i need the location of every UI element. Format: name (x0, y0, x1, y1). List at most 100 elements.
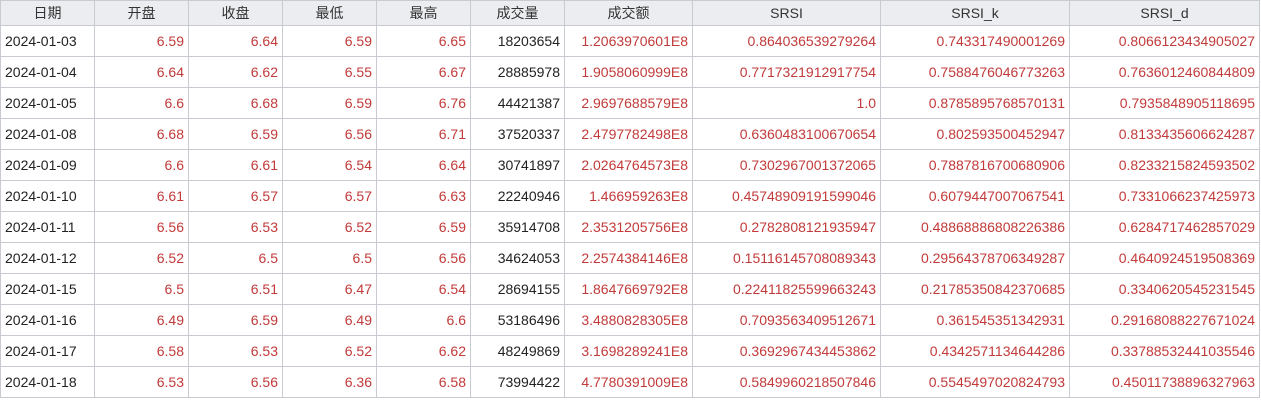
srsi-d-cell[interactable]: 0.7636012460844809 (1069, 56, 1260, 88)
srsi-k-cell[interactable]: 0.361545351342931 (880, 304, 1070, 336)
open-cell[interactable]: 6.59 (94, 25, 189, 57)
high-cell[interactable]: 6.56 (376, 242, 471, 274)
srsi-k-cell[interactable]: 0.29564378706349287 (880, 242, 1070, 274)
volume-cell[interactable]: 35914708 (470, 211, 565, 243)
srsi-d-cell[interactable]: 0.45011738896327963 (1069, 366, 1260, 398)
amount-cell[interactable]: 2.2574384146E8 (564, 242, 693, 274)
close-cell[interactable]: 6.5 (188, 242, 283, 274)
srsi-cell[interactable]: 0.2782808121935947 (692, 211, 881, 243)
volume-cell[interactable]: 44421387 (470, 87, 565, 119)
date-cell[interactable]: 2024-01-16 (0, 304, 95, 336)
srsi-k-cell[interactable]: 0.7887816700680906 (880, 149, 1070, 181)
low-cell[interactable]: 6.55 (282, 56, 377, 88)
amount-cell[interactable]: 1.9058060999E8 (564, 56, 693, 88)
open-cell[interactable]: 6.58 (94, 335, 189, 367)
amount-cell[interactable]: 2.0264764573E8 (564, 149, 693, 181)
table-row[interactable]: 2024-01-09 6.6 6.61 6.54 6.64 30741897 2.02647… (0, 149, 1260, 181)
high-cell[interactable]: 6.76 (376, 87, 471, 119)
table-row[interactable]: 2024-01-11 6.56 6.53 6.52 6.59 35914708 2.3531… (0, 211, 1260, 243)
srsi-cell[interactable]: 0.45748909191599046 (692, 180, 881, 212)
close-cell[interactable]: 6.62 (188, 56, 283, 88)
date-cell[interactable]: 2024-01-15 (0, 273, 95, 305)
table-row[interactable]: 2024-01-16 6.49 6.59 6.49 6.6 53186496 3.48808… (0, 304, 1260, 336)
date-cell[interactable]: 2024-01-12 (0, 242, 95, 274)
high-cell[interactable]: 6.62 (376, 335, 471, 367)
low-cell[interactable]: 6.59 (282, 87, 377, 119)
open-cell[interactable]: 6.68 (94, 118, 189, 150)
close-cell[interactable]: 6.53 (188, 335, 283, 367)
srsi-d-cell[interactable]: 0.8133435606624287 (1069, 118, 1260, 150)
high-cell[interactable]: 6.63 (376, 180, 471, 212)
close-cell[interactable]: 6.64 (188, 25, 283, 57)
close-cell[interactable]: 6.56 (188, 366, 283, 398)
amount-cell[interactable]: 3.4880828305E8 (564, 304, 693, 336)
header-srsi-d[interactable]: SRSI_d (1069, 0, 1260, 26)
amount-cell[interactable]: 2.3531205756E8 (564, 211, 693, 243)
amount-cell[interactable]: 4.7780391009E8 (564, 366, 693, 398)
srsi-cell[interactable]: 0.864036539279264 (692, 25, 881, 57)
close-cell[interactable]: 6.68 (188, 87, 283, 119)
volume-cell[interactable]: 73994422 (470, 366, 565, 398)
high-cell[interactable]: 6.67 (376, 56, 471, 88)
close-cell[interactable]: 6.51 (188, 273, 283, 305)
srsi-k-cell[interactable]: 0.6079447007067541 (880, 180, 1070, 212)
srsi-cell[interactable]: 0.5849960218507846 (692, 366, 881, 398)
srsi-k-cell[interactable]: 0.8785895768570131 (880, 87, 1070, 119)
table-row[interactable]: 2024-01-08 6.68 6.59 6.56 6.71 37520337 2.4797… (0, 118, 1260, 150)
date-cell[interactable]: 2024-01-09 (0, 149, 95, 181)
date-cell[interactable]: 2024-01-04 (0, 56, 95, 88)
srsi-cell[interactable]: 0.7093563409512671 (692, 304, 881, 336)
volume-cell[interactable]: 37520337 (470, 118, 565, 150)
high-cell[interactable]: 6.64 (376, 149, 471, 181)
header-amount[interactable]: 成交额 (564, 0, 693, 26)
volume-cell[interactable]: 18203654 (470, 25, 565, 57)
high-cell[interactable]: 6.71 (376, 118, 471, 150)
table-row[interactable]: 2024-01-05 6.6 6.68 6.59 6.76 44421387 2.96976… (0, 87, 1260, 119)
close-cell[interactable]: 6.59 (188, 304, 283, 336)
volume-cell[interactable]: 53186496 (470, 304, 565, 336)
srsi-cell[interactable]: 0.15116145708089343 (692, 242, 881, 274)
table-row[interactable]: 2024-01-15 6.5 6.51 6.47 6.54 28694155 1.86476… (0, 273, 1260, 305)
srsi-d-cell[interactable]: 0.7331066237425973 (1069, 180, 1260, 212)
low-cell[interactable]: 6.56 (282, 118, 377, 150)
low-cell[interactable]: 6.49 (282, 304, 377, 336)
srsi-k-cell[interactable]: 0.48868886808226386 (880, 211, 1070, 243)
srsi-k-cell[interactable]: 0.743317490001269 (880, 25, 1070, 57)
srsi-d-cell[interactable]: 0.6284717462857029 (1069, 211, 1260, 243)
amount-cell[interactable]: 1.2063970601E8 (564, 25, 693, 57)
low-cell[interactable]: 6.52 (282, 211, 377, 243)
close-cell[interactable]: 6.61 (188, 149, 283, 181)
high-cell[interactable]: 6.54 (376, 273, 471, 305)
srsi-d-cell[interactable]: 0.8066123434905027 (1069, 25, 1260, 57)
low-cell[interactable]: 6.59 (282, 25, 377, 57)
header-low[interactable]: 最低 (282, 0, 377, 26)
srsi-k-cell[interactable]: 0.802593500452947 (880, 118, 1070, 150)
amount-cell[interactable]: 3.1698289241E8 (564, 335, 693, 367)
srsi-d-cell[interactable]: 0.7935848905118695 (1069, 87, 1260, 119)
amount-cell[interactable]: 2.9697688579E8 (564, 87, 693, 119)
srsi-cell[interactable]: 0.7717321912917754 (692, 56, 881, 88)
srsi-cell[interactable]: 0.7302967001372065 (692, 149, 881, 181)
volume-cell[interactable]: 28694155 (470, 273, 565, 305)
table-row[interactable]: 2024-01-03 6.59 6.64 6.59 6.65 18203654 1.2063… (0, 25, 1260, 57)
open-cell[interactable]: 6.52 (94, 242, 189, 274)
date-cell[interactable]: 2024-01-11 (0, 211, 95, 243)
srsi-cell[interactable]: 0.6360483100670654 (692, 118, 881, 150)
close-cell[interactable]: 6.57 (188, 180, 283, 212)
volume-cell[interactable]: 22240946 (470, 180, 565, 212)
table-row[interactable]: 2024-01-18 6.53 6.56 6.36 6.58 73994422 4.7780… (0, 366, 1260, 398)
open-cell[interactable]: 6.64 (94, 56, 189, 88)
close-cell[interactable]: 6.53 (188, 211, 283, 243)
open-cell[interactable]: 6.61 (94, 180, 189, 212)
amount-cell[interactable]: 1.466959263E8 (564, 180, 693, 212)
srsi-k-cell[interactable]: 0.7588476046773263 (880, 56, 1070, 88)
srsi-d-cell[interactable]: 0.33788532441035546 (1069, 335, 1260, 367)
open-cell[interactable]: 6.6 (94, 87, 189, 119)
volume-cell[interactable]: 34624053 (470, 242, 565, 274)
header-date[interactable]: 日期 (0, 0, 95, 26)
table-row[interactable]: 2024-01-17 6.58 6.53 6.52 6.62 48249869 3.1698… (0, 335, 1260, 367)
date-cell[interactable]: 2024-01-17 (0, 335, 95, 367)
srsi-k-cell[interactable]: 0.4342571134644286 (880, 335, 1070, 367)
high-cell[interactable]: 6.59 (376, 211, 471, 243)
srsi-cell[interactable]: 0.3692967434453862 (692, 335, 881, 367)
